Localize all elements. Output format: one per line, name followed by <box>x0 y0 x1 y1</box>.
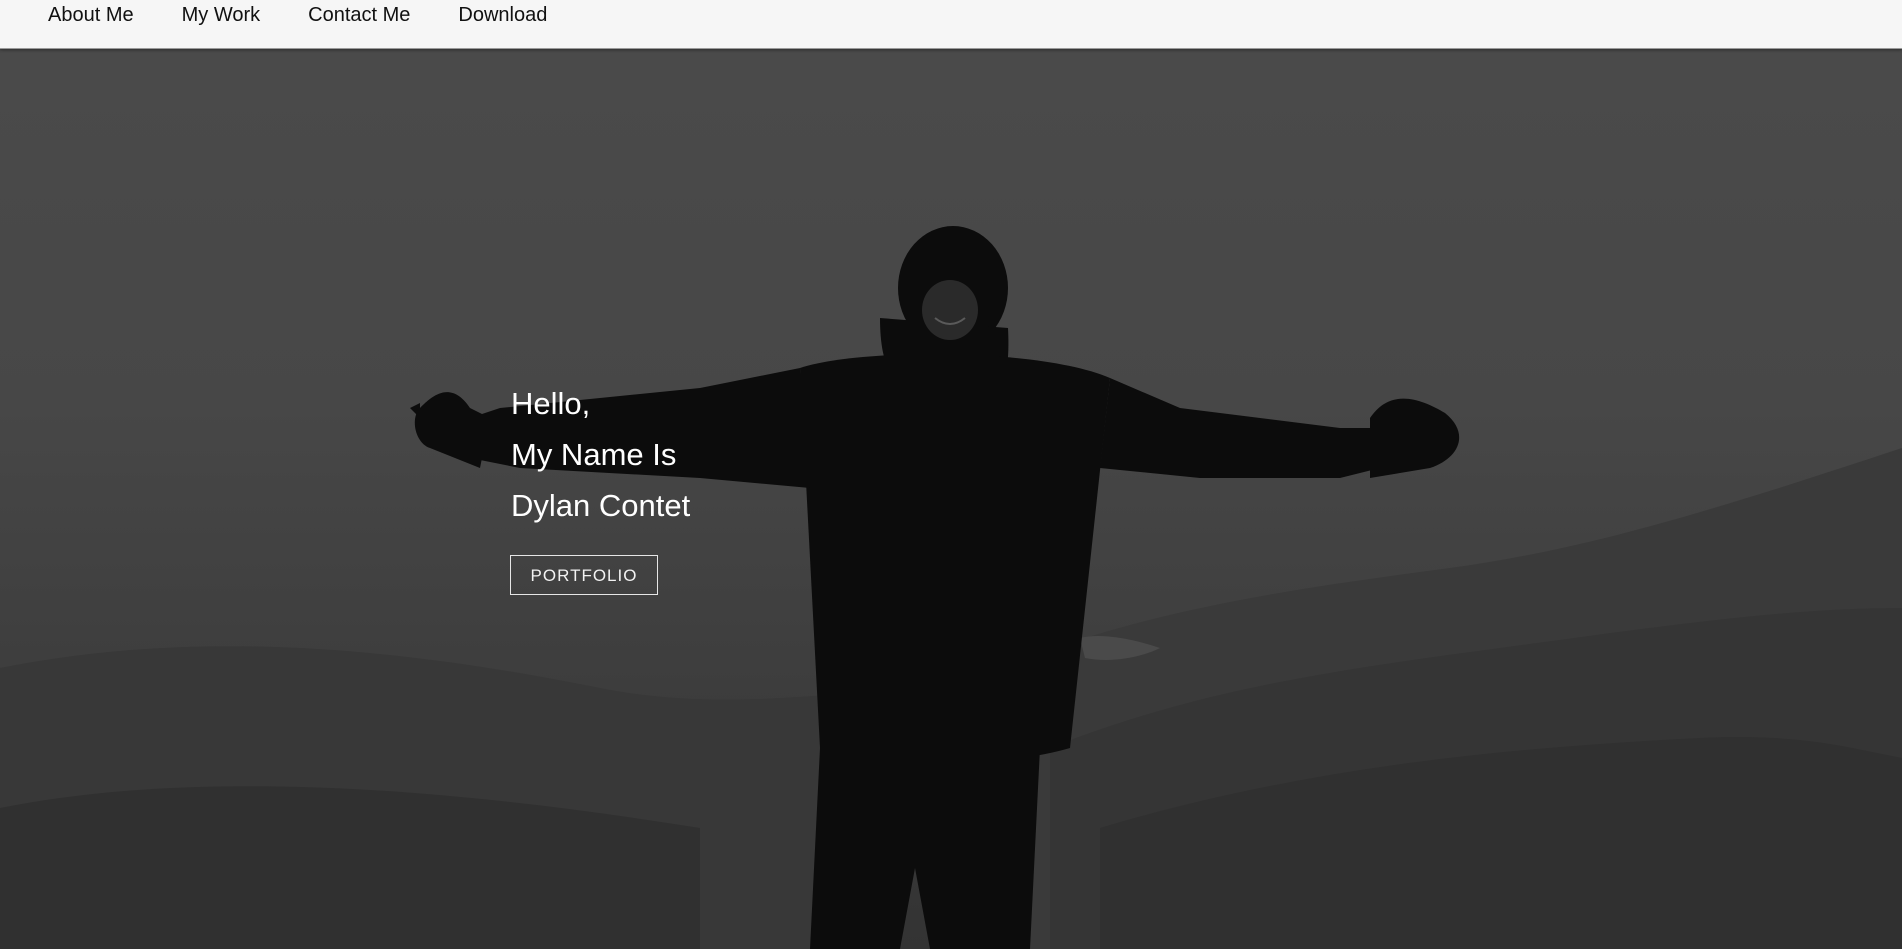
top-navbar: About Me My Work Contact Me Download <box>0 0 1902 49</box>
nav-item-my-work[interactable]: My Work <box>182 4 261 26</box>
portfolio-button[interactable]: PORTFOLIO <box>510 555 658 595</box>
hero-background-image <box>0 226 1902 949</box>
hero-section: Hello, My Name Is Dylan Contet PORTFOLIO <box>0 48 1902 949</box>
hero-greeting: Hello, <box>511 386 591 421</box>
hero-heading: Hello, My Name Is Dylan Contet <box>511 378 690 531</box>
hero-name-intro: My Name Is <box>511 437 677 472</box>
nav-item-about-me[interactable]: About Me <box>48 4 134 26</box>
hero-name: Dylan Contet <box>511 488 691 523</box>
nav-list: About Me My Work Contact Me Download <box>48 4 547 26</box>
nav-item-contact-me[interactable]: Contact Me <box>308 4 410 26</box>
nav-item-download[interactable]: Download <box>458 4 547 26</box>
